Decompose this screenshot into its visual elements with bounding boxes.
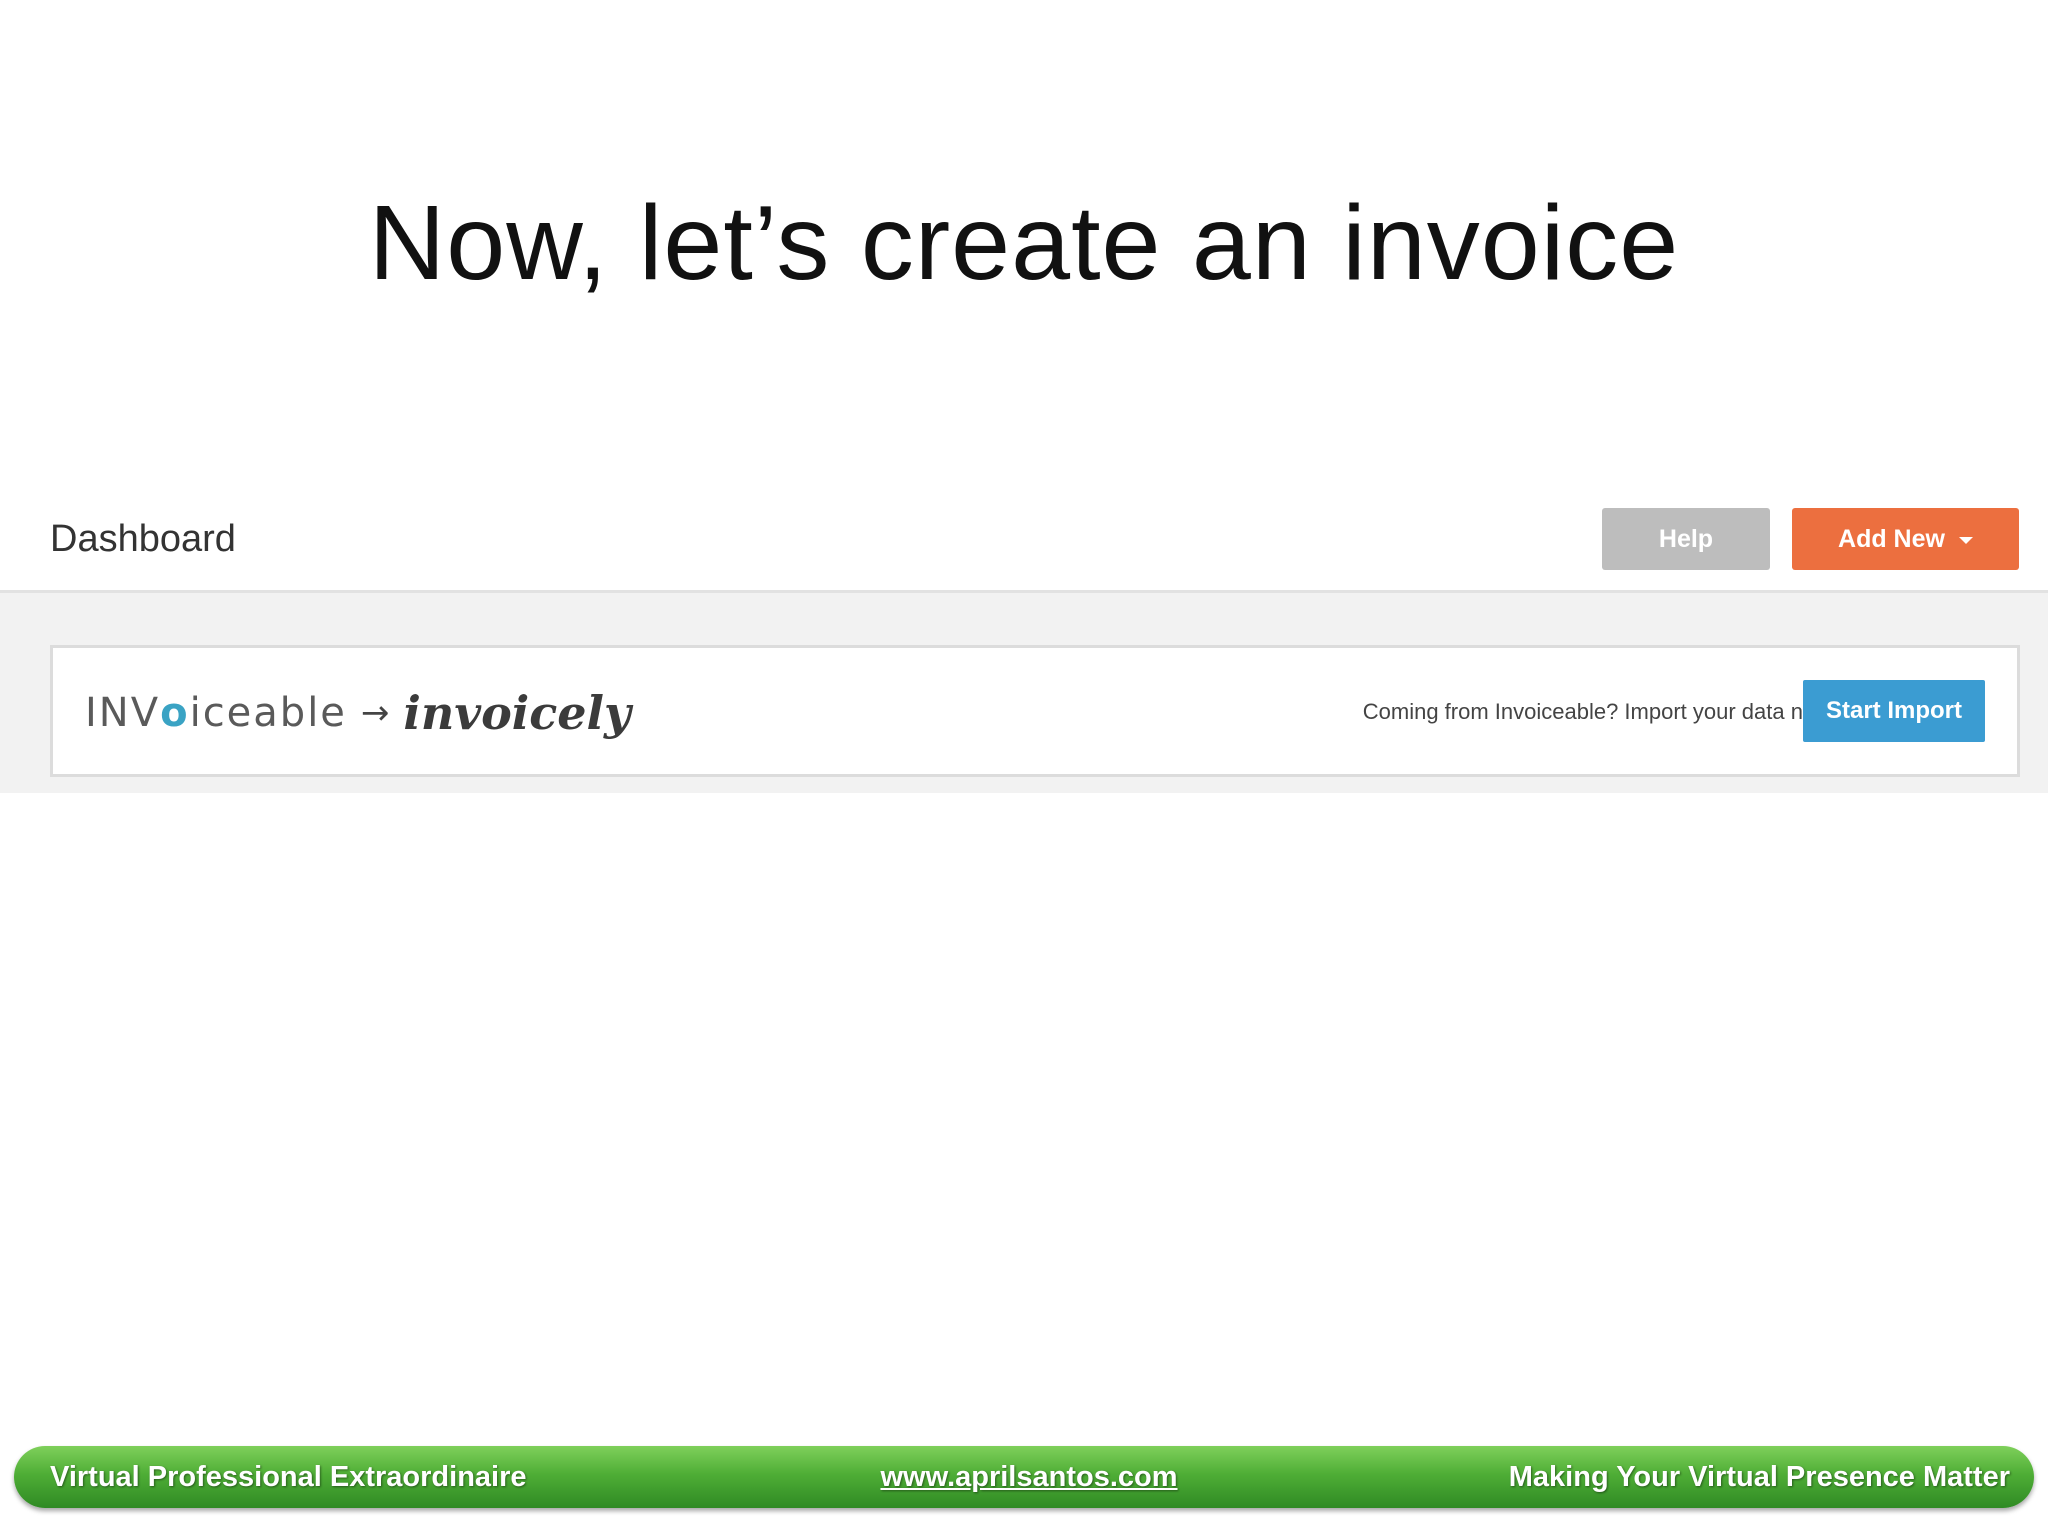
footer-ribbon: Virtual Professional Extraordinaire www.… (14, 1446, 2034, 1508)
footer-tagline-right: Making Your Virtual Presence Matter (1508, 1461, 2010, 1493)
invoiceable-logo-ring: o (160, 690, 190, 736)
slide: Now, let’s create an invoice Dashboard H… (0, 0, 2048, 1536)
help-button-label: Help (1658, 524, 1714, 553)
add-new-button[interactable]: Add New (1792, 508, 2019, 570)
start-import-button-label: Start Import (1825, 697, 1962, 724)
arrow-right-icon: → (360, 693, 390, 733)
invoiceable-logo-suffix: iceable (189, 690, 347, 736)
dashboard-body: INVoiceable → invoicely Coming from Invo… (0, 593, 2048, 793)
slide-title: Now, let’s create an invoice (368, 184, 1680, 302)
invoiceable-logo: INVoiceable (85, 690, 347, 736)
add-new-button-label: Add New (1838, 524, 1945, 553)
import-message: Coming from Invoiceable? Import your dat… (1362, 699, 1836, 724)
invoicely-logo: invoicely (403, 686, 631, 740)
migration-logo: INVoiceable → invoicely (85, 680, 631, 746)
import-banner: INVoiceable → invoicely Coming from Invo… (50, 645, 2020, 777)
help-button[interactable]: Help (1602, 508, 1770, 570)
invoiceable-logo-prefix: INV (85, 690, 161, 736)
chevron-down-icon (1958, 537, 1973, 544)
start-import-button[interactable]: Start Import (1803, 680, 1985, 742)
app-header: Dashboard Help Add New (0, 490, 2048, 593)
page-title: Dashboard (50, 518, 236, 560)
